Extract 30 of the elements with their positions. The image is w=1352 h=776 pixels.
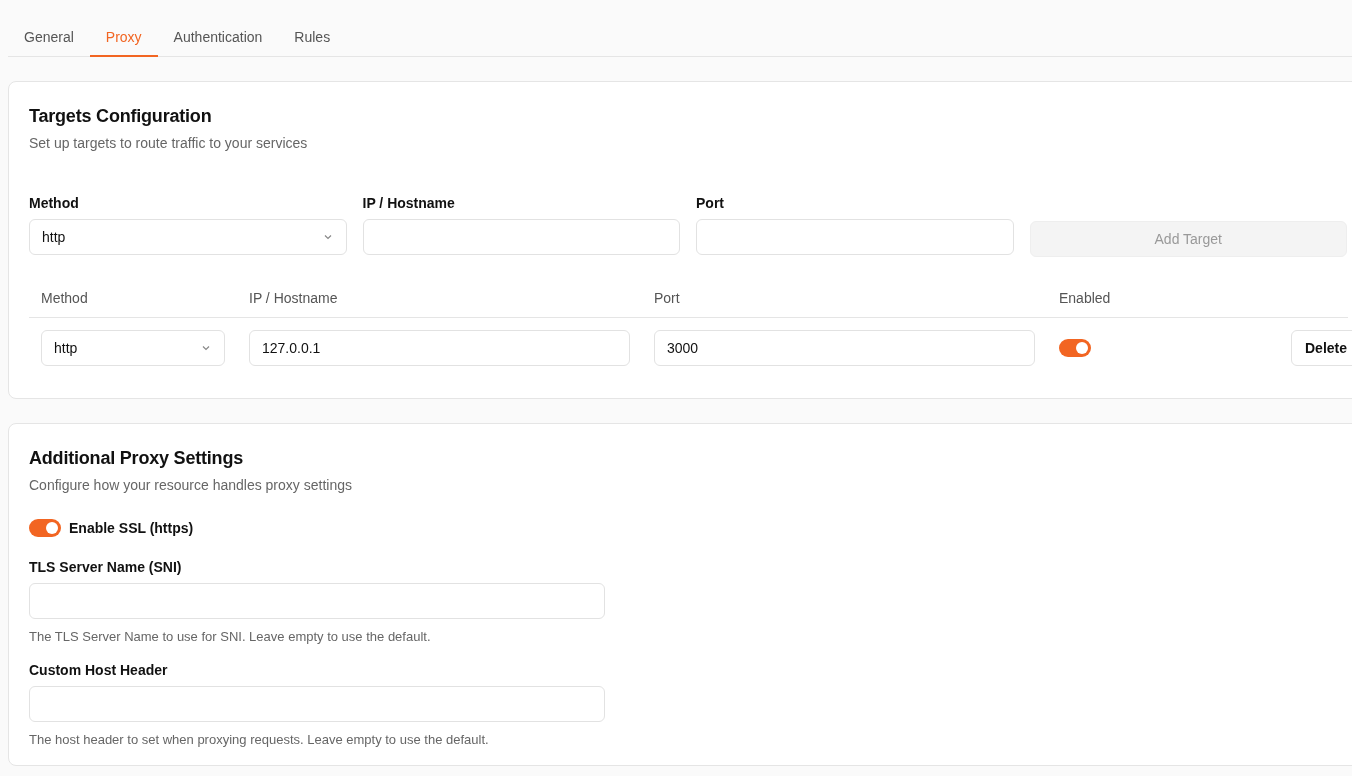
toggle-switch[interactable] (29, 519, 61, 537)
field-label: Custom Host Header (29, 662, 169, 678)
toggle-label: Enable SSL (https) (69, 520, 194, 536)
input-field[interactable] (362, 219, 680, 255)
tab[interactable]: Rules (278, 18, 347, 57)
column-header: Enabled (1059, 290, 1112, 306)
port-input[interactable]: 3000 (654, 330, 1035, 366)
help-text: The host header to set when proxying requests. Leave empty to use the default. (29, 732, 490, 747)
section-title: Targets Configuration (29, 106, 213, 127)
ip-input[interactable]: 127.0.0.1 (249, 330, 630, 366)
column-header: Port (654, 290, 681, 306)
tab[interactable]: Authentication (157, 18, 279, 57)
column-header: IP / Hostname (249, 290, 339, 306)
input-field[interactable] (696, 219, 1014, 255)
field-label: Port (696, 195, 725, 211)
field-label: Method (29, 195, 80, 211)
section-title: Additional Proxy Settings (29, 448, 245, 469)
input-field[interactable] (29, 583, 605, 619)
help-text: The TLS Server Name to use for SNI. Leave empty to use the default. (29, 629, 432, 644)
column-header: Method (41, 290, 89, 306)
delete-button[interactable]: Delete (1291, 330, 1352, 366)
field-label: IP / Hostname (362, 195, 456, 211)
section-subtitle: Configure how your resource handles proxy settings (29, 477, 353, 493)
field-label: TLS Server Name (SNI) (29, 559, 183, 575)
tab[interactable]: General (8, 18, 90, 57)
method-select[interactable]: http (41, 330, 225, 366)
input-field[interactable] (29, 686, 605, 722)
section-subtitle: Set up targets to route traffic to your services (29, 135, 309, 151)
method-select[interactable]: http (29, 219, 347, 255)
toggle-switch[interactable] (1059, 339, 1091, 357)
